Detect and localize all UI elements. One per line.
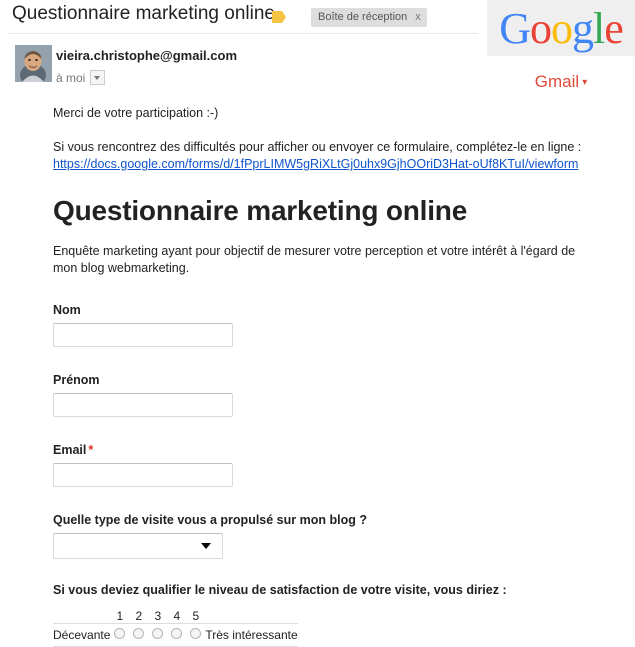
rating-cell-3[interactable] (148, 623, 168, 647)
scale-number-2: 2 (135, 609, 143, 623)
field-prenom: Prénom (53, 373, 628, 417)
rating-cell-2[interactable] (129, 623, 149, 647)
rating-cell-5[interactable] (186, 623, 206, 647)
google-logo-letter-3: o (551, 4, 573, 53)
inbox-label-chip[interactable]: Boîte de réception x (311, 8, 427, 27)
header-divider (8, 33, 478, 34)
field-email-label: Email * (53, 443, 628, 457)
mail-subject: Questionnaire marketing online (12, 3, 275, 24)
rating-radio-3[interactable] (152, 628, 164, 639)
satisfaction-question-label: Si vous deviez qualifier le niveau de sa… (53, 583, 507, 597)
rating-high-label: Très intéressante (205, 623, 298, 647)
scale-number-4: 4 (173, 609, 181, 623)
close-icon[interactable]: x (415, 11, 421, 23)
rating-radio-5[interactable] (190, 628, 202, 639)
scale-number-3: 3 (154, 609, 162, 623)
form-title: Questionnaire marketing online (53, 195, 468, 226)
visit-type-select[interactable] (53, 533, 223, 559)
google-logo-letter-1: G (499, 4, 531, 53)
scale-number-5: 5 (192, 609, 200, 623)
recipient-label: à moi (56, 70, 86, 85)
nom-input[interactable] (53, 323, 233, 347)
avatar (15, 45, 52, 82)
gmail-menu-button[interactable]: Gmail ▾ (487, 72, 635, 92)
google-logo-letter-5: l (593, 4, 605, 53)
google-logo: Google (499, 4, 624, 53)
email-input[interactable] (53, 463, 233, 487)
rating-radio-2[interactable] (133, 628, 145, 639)
message-body: Merci de votre participation :-) Si vous… (53, 105, 628, 647)
field-email-label-text: Email (53, 443, 87, 457)
scale-number-1: 1 (116, 609, 124, 623)
visit-type-select-wrap (53, 533, 225, 559)
recipient-details-toggle-icon[interactable] (90, 70, 106, 85)
label-tag-icon (272, 11, 286, 23)
field-satisfaction-rating: Si vous deviez qualifier le niveau de sa… (53, 583, 628, 647)
chevron-down-icon: ▾ (582, 77, 588, 89)
field-nom-label: Nom (53, 303, 81, 317)
form-url-link[interactable]: https://docs.google.com/forms/d/1fPprLIM… (53, 156, 628, 173)
inbox-label-text: Boîte de réception (318, 11, 408, 23)
field-email: Email * (53, 443, 628, 487)
rating-scale-header-row: 1 2 3 4 5 (53, 609, 298, 624)
rating-radio-1[interactable] (114, 628, 126, 639)
recipient-row: à moi (56, 70, 106, 85)
avatar-photo (15, 45, 52, 82)
field-visit-type: Quelle type de visite vous a propulsé su… (53, 513, 628, 559)
rating-low-label: Décevante (53, 623, 111, 647)
mail-header: Questionnaire marketing online Boîte de … (0, 0, 485, 36)
google-logo-box: Google (487, 0, 635, 56)
rating-header-spacer-left (53, 609, 110, 624)
field-nom: Nom (53, 303, 628, 347)
thanks-line: Merci de votre participation :-) (53, 106, 219, 120)
required-asterisk: * (88, 443, 94, 457)
form-description: Enquête marketing ayant pour objectif de… (53, 244, 576, 275)
rating-scale-table: 1 2 3 4 5 Décevante Très intéressante (53, 609, 298, 647)
prenom-input[interactable] (53, 393, 233, 417)
google-logo-letter-4: g (572, 4, 594, 53)
rating-radio-row: Décevante Très intéressante (53, 623, 298, 647)
rating-radio-4[interactable] (171, 628, 183, 639)
gmail-label: Gmail (534, 72, 580, 91)
rating-header-spacer-right (205, 609, 297, 624)
field-prenom-label: Prénom (53, 373, 100, 387)
trouble-line: Si vous rencontrez des difficultés pour … (53, 140, 582, 154)
google-logo-letter-2: o (530, 4, 552, 53)
sender-email[interactable]: vieira.christophe@gmail.com (56, 48, 237, 63)
google-logo-letter-6: e (604, 4, 624, 53)
rating-cell-1[interactable] (110, 623, 130, 647)
rating-cell-4[interactable] (167, 623, 187, 647)
visit-type-label: Quelle type de visite vous a propulsé su… (53, 513, 367, 527)
